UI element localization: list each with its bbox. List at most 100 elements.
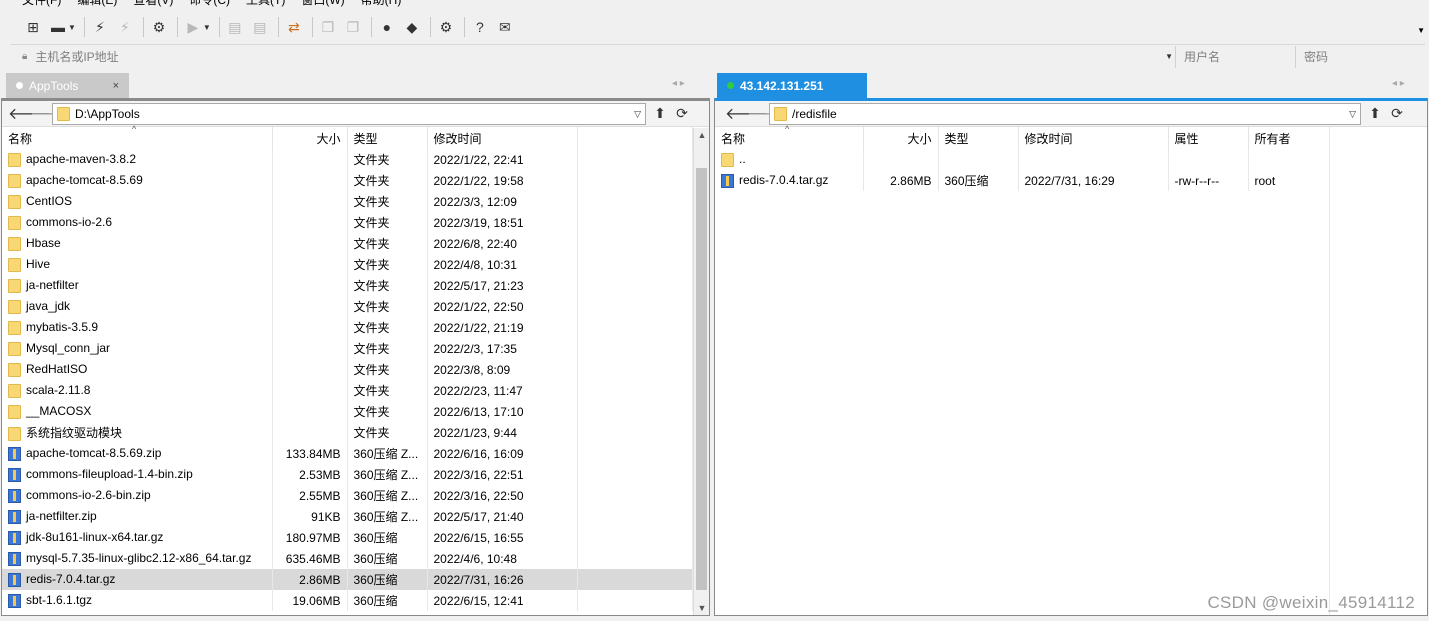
chevron-down-icon[interactable]: ▼ bbox=[1417, 26, 1425, 35]
menu-help[interactable]: 帮助(H) bbox=[361, 0, 402, 9]
play-icon[interactable]: ▶ bbox=[182, 16, 204, 38]
file-size-cell bbox=[272, 359, 348, 380]
disconnect-icon[interactable]: ⚡ bbox=[114, 16, 136, 38]
refresh-icon[interactable]: ⟳ bbox=[1386, 105, 1408, 122]
sftp-icon[interactable]: ◆ bbox=[401, 16, 423, 38]
toolbar-divider bbox=[463, 17, 465, 37]
table-row[interactable]: Hbase 文件夹 2022/6/8, 22:40 bbox=[2, 233, 693, 254]
scroll-down-icon[interactable]: ▼ bbox=[694, 603, 710, 613]
connect-icon[interactable]: ⚡ bbox=[89, 16, 111, 38]
column-header-attr[interactable]: 属性 bbox=[1168, 127, 1249, 149]
archive-icon bbox=[8, 509, 21, 524]
table-row[interactable]: apache-tomcat-8.5.69.zip 133.84MB 360压缩 Z.… bbox=[2, 443, 693, 464]
refresh-icon[interactable]: ⟳ bbox=[671, 105, 693, 122]
table-row[interactable]: mybatis-3.5.9 文件夹 2022/1/22, 21:19 bbox=[2, 317, 693, 338]
table-row[interactable]: apache-maven-3.8.2 文件夹 2022/1/22, 22:41 bbox=[2, 149, 693, 170]
table-row[interactable]: redis-7.0.4.tar.gz 2.86MB 360压缩 2022/7/31, … bbox=[2, 569, 693, 590]
table-row[interactable]: sbt-1.6.1.tgz 19.06MB 360压缩 2022/6/15, 12:4… bbox=[2, 590, 693, 611]
column-header-mtime[interactable]: 修改时间 bbox=[1018, 127, 1169, 149]
column-header-type[interactable]: 类型 bbox=[938, 127, 1019, 149]
session-settings-icon[interactable]: ⚙ bbox=[148, 16, 170, 38]
menu-file[interactable]: 文件(F) bbox=[22, 0, 61, 9]
transfer-icon[interactable]: ⇄ bbox=[283, 16, 305, 38]
host-input[interactable]: 🔒︎ 主机名或IP地址 ▼ bbox=[10, 46, 1175, 68]
chat-icon[interactable]: ✉ bbox=[494, 16, 516, 38]
table-row[interactable]: Hive 文件夹 2022/4/8, 10:31 bbox=[2, 254, 693, 275]
column-header-type[interactable]: 类型 bbox=[347, 127, 428, 149]
scroll-thumb[interactable] bbox=[696, 168, 707, 590]
terminal-icon[interactable]: ● bbox=[376, 16, 398, 38]
back-arrow-icon[interactable]: 🡐 bbox=[725, 103, 768, 124]
scroll-up-icon[interactable]: ▲ bbox=[694, 130, 710, 140]
tab-scroll-arrows-icon[interactable]: ◂ ▸ bbox=[1392, 78, 1405, 89]
table-row[interactable]: commons-io-2.6-bin.zip 2.55MB 360压缩 Z... 20… bbox=[2, 485, 693, 506]
paste-icon[interactable]: ❐ bbox=[342, 16, 364, 38]
file-name-cell-text: java_jdk bbox=[26, 299, 71, 314]
tab-local[interactable]: AppTools × bbox=[6, 73, 129, 98]
table-row[interactable]: Mysql_conn_jar 文件夹 2022/2/3, 17:35 bbox=[2, 338, 693, 359]
table-row[interactable]: ja-netfilter.zip 91KB 360压缩 Z... 2022/5/17,… bbox=[2, 506, 693, 527]
gear-icon[interactable]: ⚙ bbox=[435, 16, 457, 38]
parent-folder-icon[interactable]: ⬆ bbox=[1364, 105, 1386, 122]
table-row[interactable]: __MACOSX 文件夹 2022/6/13, 17:10 bbox=[2, 401, 693, 422]
file-mtime-cell: 2022/7/31, 16:29 bbox=[1018, 170, 1169, 191]
chevron-down-icon[interactable]: ▼ bbox=[68, 23, 76, 32]
column-header-name[interactable]: 名称 ^ bbox=[715, 124, 864, 149]
table-row[interactable]: 系统指纹驱动模块 文件夹 2022/1/23, 9:44 bbox=[2, 422, 693, 443]
table-row[interactable]: mysql-5.7.35-linux-glibc2.12-x86_64.tar.… bbox=[2, 548, 693, 569]
table-row[interactable]: CentIOS 文件夹 2022/3/3, 12:09 bbox=[2, 191, 693, 212]
table-row[interactable]: commons-io-2.6 文件夹 2022/3/19, 18:51 bbox=[2, 212, 693, 233]
file-name-cell: CentIOS bbox=[2, 191, 273, 212]
column-header-size[interactable]: 大小 bbox=[272, 127, 348, 149]
file-name-cell: 系统指纹驱动模块 bbox=[2, 422, 273, 443]
table-row[interactable]: RedHatISO 文件夹 2022/3/8, 8:09 bbox=[2, 359, 693, 380]
document-icon[interactable]: ▤ bbox=[224, 16, 246, 38]
tab-scroll-arrows-icon[interactable]: ◂ ▸ bbox=[672, 78, 685, 89]
chevron-down-icon[interactable]: ▽ bbox=[634, 109, 641, 120]
remote-path-input[interactable]: /redisfile ▽ bbox=[769, 102, 1361, 125]
file-type-cell: 360压缩 Z... bbox=[347, 443, 428, 464]
open-folder-icon[interactable]: ▬ bbox=[47, 16, 69, 38]
column-header-mtime[interactable]: 修改时间 bbox=[427, 127, 578, 149]
file-name-cell-text: apache-maven-3.8.2 bbox=[26, 152, 137, 167]
chevron-down-icon[interactable]: ▽ bbox=[1349, 109, 1356, 120]
forward-arrow-icon[interactable]: 🡒 bbox=[747, 103, 790, 124]
table-row[interactable]: java_jdk 文件夹 2022/1/22, 22:50 bbox=[2, 296, 693, 317]
menu-view[interactable]: 查看(V) bbox=[133, 0, 173, 9]
table-row[interactable]: apache-tomcat-8.5.69 文件夹 2022/1/22, 19:58 bbox=[2, 170, 693, 191]
file-size-cell bbox=[272, 254, 348, 275]
table-row[interactable]: jdk-8u161-linux-x64.tar.gz 180.97MB 360压缩 2… bbox=[2, 527, 693, 548]
file-size-cell: 91KB bbox=[272, 506, 348, 527]
empty-cell bbox=[577, 506, 693, 527]
column-header-size[interactable]: 大小 bbox=[863, 127, 939, 149]
document-icon[interactable]: ▤ bbox=[249, 16, 271, 38]
table-row[interactable]: .. bbox=[715, 149, 1330, 170]
menu-window[interactable]: 窗口(W) bbox=[301, 0, 344, 9]
menu-tools[interactable]: 工具(T) bbox=[246, 0, 285, 9]
back-arrow-icon[interactable]: 🡐 bbox=[8, 103, 51, 124]
lock-icon: 🔒︎ bbox=[22, 51, 28, 62]
help-icon[interactable]: ? bbox=[469, 16, 491, 38]
close-icon[interactable]: × bbox=[113, 80, 119, 92]
file-type-cell-text: 360压缩 bbox=[353, 531, 398, 545]
chevron-down-icon[interactable]: ▼ bbox=[203, 23, 211, 32]
column-header-name[interactable]: 名称 ^ bbox=[2, 124, 273, 149]
column-header-owner[interactable]: 所有者 bbox=[1248, 127, 1330, 149]
table-row[interactable]: ja-netfilter 文件夹 2022/5/17, 21:23 bbox=[2, 275, 693, 296]
table-row[interactable]: commons-fileupload-1.4-bin.zip 2.53MB 360压… bbox=[2, 464, 693, 485]
tab-remote[interactable]: 43.142.131.251 bbox=[717, 73, 867, 98]
local-path-input[interactable]: D:\AppTools ▽ bbox=[52, 102, 646, 125]
table-row[interactable]: redis-7.0.4.tar.gz 2.86MB 360压缩 2022/7/31, … bbox=[715, 170, 1330, 191]
menu-command[interactable]: 命令(C) bbox=[189, 0, 230, 9]
file-mtime-cell: 2022/5/17, 21:40 bbox=[427, 506, 578, 527]
local-scrollbar[interactable]: ▲ ▼ bbox=[693, 128, 709, 615]
forward-arrow-icon[interactable]: 🡒 bbox=[30, 103, 73, 124]
menu-edit[interactable]: 编辑(E) bbox=[77, 0, 117, 9]
username-input[interactable]: 用户名 bbox=[1175, 45, 1295, 68]
chevron-down-icon[interactable]: ▼ bbox=[1165, 52, 1173, 61]
password-input[interactable]: 密码 bbox=[1295, 45, 1425, 68]
copy-icon[interactable]: ❐ bbox=[317, 16, 339, 38]
parent-folder-icon[interactable]: ⬆ bbox=[649, 105, 671, 122]
new-session-icon[interactable]: ⊞ bbox=[22, 16, 44, 38]
table-row[interactable]: scala-2.11.8 文件夹 2022/2/23, 11:47 bbox=[2, 380, 693, 401]
